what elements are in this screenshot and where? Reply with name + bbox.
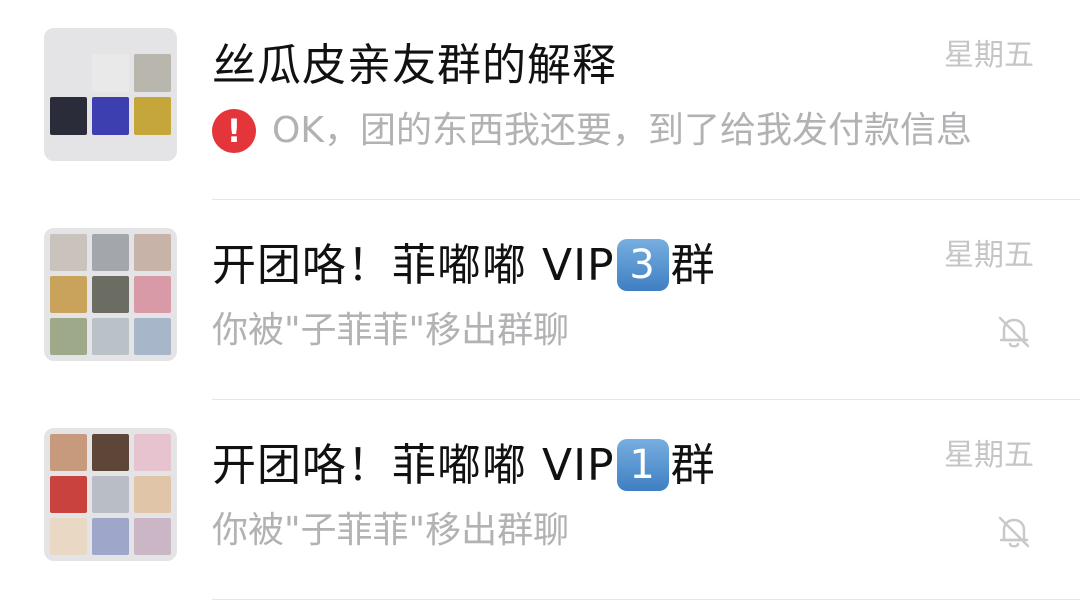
group-avatar bbox=[44, 428, 177, 561]
member-avatar bbox=[50, 476, 87, 513]
number-badge: 3 bbox=[616, 239, 669, 291]
member-avatar bbox=[50, 276, 87, 313]
chat-preview: ! OK，团的东西我还要，到了给我发付款信息 bbox=[212, 108, 972, 154]
member-avatar bbox=[50, 518, 87, 555]
chat-time: 星期五 bbox=[944, 438, 1034, 473]
member-avatar bbox=[92, 97, 129, 135]
chat-row[interactable]: 开团咯！菲嘟嘟 VIP 3 群 星期五 你被"子菲菲"移出群聊 bbox=[0, 200, 1080, 400]
chat-title-suffix: 群 bbox=[670, 440, 716, 491]
member-avatar bbox=[50, 318, 87, 355]
chat-time: 星期五 bbox=[944, 238, 1034, 273]
chat-title-text: 开团咯！菲嘟嘟 VIP bbox=[212, 240, 615, 291]
group-avatar bbox=[44, 28, 177, 161]
member-avatar bbox=[92, 234, 129, 271]
chat-title-text: 开团咯！菲嘟嘟 VIP bbox=[212, 440, 615, 491]
member-avatar bbox=[134, 276, 171, 313]
chat-row[interactable]: 开团咯！菲嘟嘟 VIP 1 群 星期五 你被"子菲菲"移出群聊 bbox=[0, 400, 1080, 600]
member-avatar bbox=[92, 54, 129, 92]
member-avatar bbox=[92, 318, 129, 355]
member-avatar bbox=[134, 97, 171, 135]
member-avatar bbox=[134, 518, 171, 555]
chat-title-suffix: 群 bbox=[670, 240, 716, 291]
chat-list: 丝瓜皮亲友群的解释 星期五 ! OK，团的东西我还要，到了给我发付款信息 开团咯… bbox=[0, 0, 1080, 602]
chat-title: 开团咯！菲嘟嘟 VIP 1 群 bbox=[212, 438, 716, 494]
chat-preview-text: 你被"子菲菲"移出群聊 bbox=[212, 510, 570, 551]
member-avatar bbox=[134, 234, 171, 271]
member-avatar bbox=[134, 318, 171, 355]
number-badge: 1 bbox=[616, 439, 669, 491]
member-avatar bbox=[92, 434, 129, 471]
row-divider bbox=[212, 599, 1080, 600]
member-avatar bbox=[50, 234, 87, 271]
chat-preview: 你被"子菲菲"移出群聊 bbox=[212, 508, 569, 554]
chat-preview: 你被"子菲菲"移出群聊 bbox=[212, 308, 569, 354]
chat-time: 星期五 bbox=[944, 38, 1034, 73]
bell-muted-icon bbox=[998, 316, 1030, 348]
member-avatar bbox=[134, 434, 171, 471]
member-avatar bbox=[92, 276, 129, 313]
group-avatar bbox=[44, 228, 177, 361]
member-avatar bbox=[50, 97, 87, 135]
member-avatar bbox=[50, 434, 87, 471]
member-avatar bbox=[92, 518, 129, 555]
chat-title: 丝瓜皮亲友群的解释 bbox=[212, 40, 617, 91]
alert-icon: ! bbox=[212, 109, 256, 153]
chat-title: 开团咯！菲嘟嘟 VIP 3 群 bbox=[212, 238, 716, 294]
chat-preview-text: 你被"子菲菲"移出群聊 bbox=[212, 310, 570, 351]
chat-preview-text: OK，团的东西我还要，到了给我发付款信息 bbox=[272, 110, 972, 151]
member-avatar bbox=[134, 476, 171, 513]
member-avatar bbox=[134, 54, 171, 92]
chat-row[interactable]: 丝瓜皮亲友群的解释 星期五 ! OK，团的东西我还要，到了给我发付款信息 bbox=[0, 0, 1080, 200]
member-avatar bbox=[92, 476, 129, 513]
bell-muted-icon bbox=[998, 516, 1030, 548]
